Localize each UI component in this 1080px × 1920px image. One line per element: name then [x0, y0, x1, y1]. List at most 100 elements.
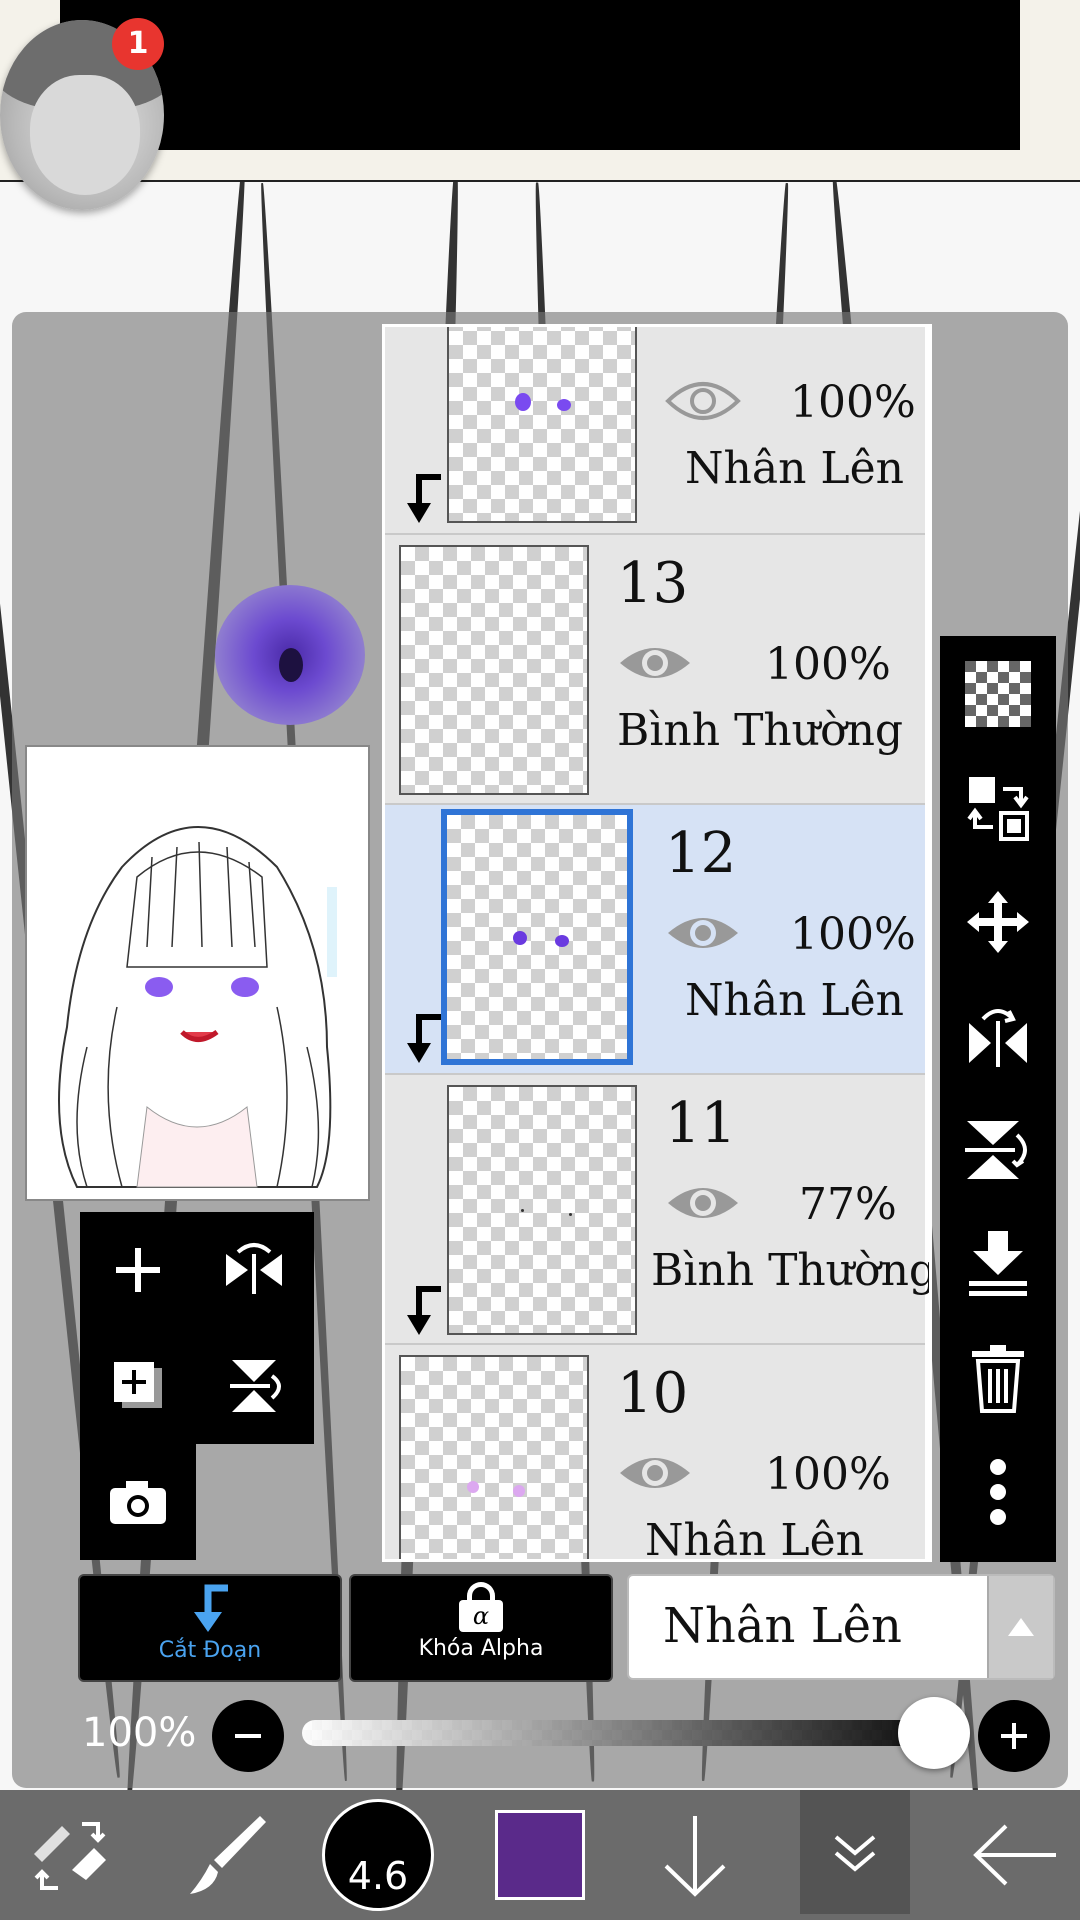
flip-vertical-button[interactable]: [958, 1110, 1038, 1190]
thumbnail-mark: [569, 1213, 572, 1216]
bottom-toolbar: 4.6: [0, 1790, 1080, 1920]
blend-mode-value: Nhân Lên: [663, 1598, 902, 1654]
alpha-symbol: α: [459, 1600, 503, 1632]
flip-horizontal-button[interactable]: [958, 996, 1038, 1076]
clipping-label: Cắt Đoạn: [158, 1638, 262, 1663]
opacity-value: 100%: [82, 1710, 197, 1756]
thumbnail-mark: [515, 393, 531, 411]
visibility-eye-icon[interactable]: [665, 909, 741, 957]
brush-size-button[interactable]: 4.6: [318, 1790, 438, 1920]
alpha-lock-button[interactable]: α Khóa Alpha: [349, 1574, 613, 1682]
opacity-slider-handle[interactable]: [898, 1697, 970, 1769]
layer-row-13[interactable]: 13 100% Bình Thường: [385, 535, 925, 805]
transform-tool-button[interactable]: [14, 1790, 124, 1920]
flip-vertical-icon: [965, 1121, 1027, 1179]
layer-opacity: 100%: [790, 377, 916, 428]
canvas-preview[interactable]: [25, 745, 370, 1201]
visibility-eye-icon[interactable]: [617, 1449, 693, 1497]
layer-number: 13: [617, 551, 689, 616]
import-photo-button[interactable]: [80, 1444, 196, 1560]
layer-row-11[interactable]: 11 77% Bình Thường: [385, 1075, 929, 1345]
brush-tool-button[interactable]: [170, 1790, 280, 1920]
color-swatch-icon: [495, 1810, 585, 1900]
visibility-eye-icon[interactable]: [665, 377, 741, 425]
layer-row-10[interactable]: 10 100% Nhân Lên: [385, 1345, 925, 1562]
trash-icon: [972, 1345, 1024, 1413]
plus-icon: [1001, 1723, 1027, 1749]
thumbnail-mark: [467, 1481, 479, 1493]
thumbnail-mark: [513, 931, 527, 945]
layer-blend-mode: Nhân Lên: [685, 975, 904, 1026]
layer-thumbnail: [399, 545, 589, 795]
triangle-up-icon: [1008, 1618, 1034, 1636]
notification-badge: 1: [112, 18, 164, 70]
arrow-down-icon: [664, 1816, 726, 1897]
top-strip: [0, 150, 1080, 182]
layer-number: 11: [665, 1091, 737, 1156]
clipping-arrow-icon: [407, 474, 441, 523]
layer-thumbnail: [447, 327, 637, 523]
color-picker-button[interactable]: [490, 1790, 590, 1920]
visibility-eye-icon[interactable]: [665, 1179, 741, 1227]
visibility-eye-icon[interactable]: [617, 639, 693, 687]
clipping-arrow-icon: [194, 1584, 228, 1632]
layer-blend-mode: Nhân Lên: [645, 1515, 864, 1562]
blend-mode-dropdown-toggle[interactable]: [987, 1576, 1053, 1678]
avatar-face: [30, 75, 140, 195]
preview-drawing: [58, 826, 337, 1188]
clipping-button[interactable]: Cắt Đoạn: [78, 1574, 342, 1682]
layer-blend-mode: Bình Thường: [651, 1245, 932, 1296]
swap-icon: [967, 777, 1029, 841]
layer-row-14[interactable]: 14 100% Nhân Lên: [385, 327, 925, 535]
layer-down-button[interactable]: [640, 1790, 750, 1920]
transform-icon: [34, 1822, 106, 1890]
brush-size-icon: 4.6: [322, 1799, 434, 1911]
opacity-slider-track[interactable]: [302, 1720, 934, 1746]
canvas-pupil-drawing: [279, 648, 303, 682]
flip-horizontal-icon: [969, 1009, 1027, 1067]
layer-list[interactable]: 14 100% Nhân Lên 13 100% Bình Thường 12 …: [382, 324, 932, 1562]
blend-mode-select[interactable]: Nhân Lên: [627, 1574, 1055, 1680]
thumbnail-mark: [555, 935, 569, 947]
thumbnail-mark: [513, 1485, 525, 1497]
lock-icon: α: [459, 1582, 503, 1632]
back-arrow-icon: [973, 1824, 1056, 1886]
alpha-lock-label: Khóa Alpha: [418, 1636, 544, 1661]
layer-opacity: 77%: [799, 1179, 897, 1230]
brush-size-value: 4.6: [347, 1854, 409, 1898]
layer-thumbnail: [441, 809, 633, 1065]
layer-number: 12: [665, 821, 737, 886]
layer-row-12[interactable]: 12 100% Nhân Lên: [385, 805, 925, 1075]
opacity-increase-button[interactable]: [978, 1700, 1050, 1772]
layer-number: 14: [665, 327, 736, 330]
merge-down-button[interactable]: [958, 1224, 1038, 1304]
more-icon: [990, 1459, 1006, 1525]
transparency-icon: [965, 661, 1031, 727]
layer-blend-mode: Bình Thường: [617, 705, 904, 756]
layer-thumbnail: [447, 1085, 637, 1335]
clipping-arrow-icon: [407, 1286, 441, 1335]
swap-layer-button[interactable]: [958, 768, 1038, 848]
layer-blend-mode: Nhân Lên: [685, 443, 904, 494]
delete-layer-button[interactable]: [958, 1338, 1038, 1418]
layer-thumbnail: [399, 1355, 589, 1559]
add-layer-copy-button[interactable]: [80, 1328, 196, 1444]
transparent-fill-button[interactable]: [958, 654, 1038, 734]
back-button[interactable]: [960, 1790, 1070, 1920]
flip-layer-horizontal-button[interactable]: [196, 1212, 312, 1328]
collapse-menu-button[interactable]: [800, 1790, 910, 1914]
brush-icon: [190, 1816, 266, 1894]
move-layer-button[interactable]: [958, 882, 1038, 962]
layer-opacity: 100%: [765, 639, 891, 690]
clipping-arrow-icon: [407, 1014, 441, 1063]
opacity-decrease-button[interactable]: [212, 1700, 284, 1772]
add-layer-button[interactable]: [80, 1212, 196, 1328]
top-banner: [60, 0, 1020, 150]
thumbnail-mark: [521, 1209, 524, 1212]
more-options-button[interactable]: [958, 1452, 1038, 1532]
add-layer-icon: [114, 1362, 162, 1408]
layer-opacity: 100%: [765, 1449, 891, 1500]
camera-icon: [110, 1481, 166, 1524]
flip-layer-vertical-button[interactable]: [196, 1328, 312, 1444]
thumbnail-mark: [557, 399, 571, 411]
